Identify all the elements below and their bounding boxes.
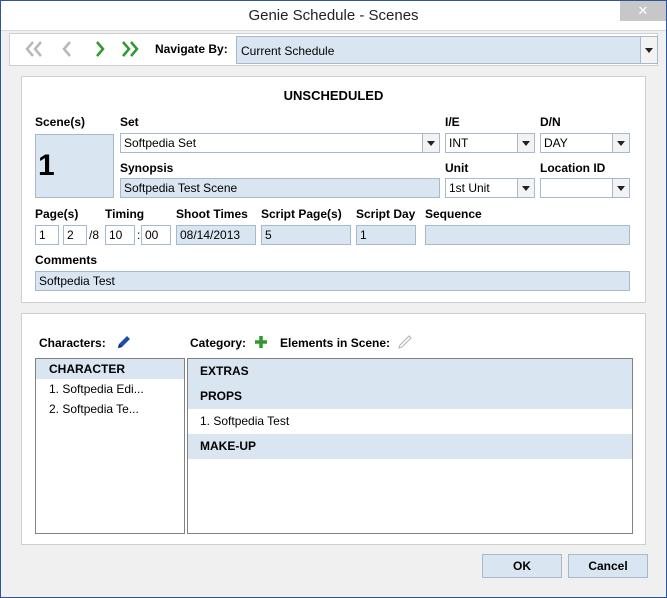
title-bar: Genie Schedule - Scenes ✕ — [1, 1, 666, 31]
script-pages-label: Script Page(s) — [261, 207, 342, 221]
script-day-label: Script Day — [356, 207, 416, 221]
unit-value: 1st Unit — [449, 181, 490, 195]
window-title: Genie Schedule - Scenes — [248, 7, 419, 24]
synopsis-label: Synopsis — [120, 161, 174, 175]
list-item[interactable]: 2. Softpedia Te... — [36, 399, 184, 419]
ie-value: INT — [449, 136, 469, 150]
navigate-by-value: Current Schedule — [241, 44, 335, 58]
scene-number: 1 — [35, 134, 114, 198]
category-label: Category: — [190, 336, 247, 350]
unit-label: Unit — [445, 161, 469, 175]
cancel-button[interactable]: Cancel — [568, 554, 648, 578]
element-group-header: EXTRAS — [188, 359, 632, 384]
comments-label: Comments — [35, 253, 98, 267]
element-group-header: PROPS — [188, 384, 632, 409]
ie-select[interactable]: INT — [445, 133, 535, 153]
shoot-date-field[interactable]: 08/14/2013 — [176, 225, 256, 245]
next-record-icon[interactable] — [90, 40, 110, 58]
location-id-label: Location ID — [540, 161, 606, 175]
script-pages-field[interactable]: 5 — [261, 225, 351, 245]
shoot-times-label: Shoot Times — [176, 207, 248, 221]
list-item[interactable]: 1. Softpedia Edi... — [36, 379, 184, 399]
dn-value: DAY — [544, 136, 568, 150]
ok-button[interactable]: OK — [482, 554, 562, 578]
timing-label: Timing — [105, 207, 145, 221]
ie-label: I/E — [445, 115, 460, 129]
chevron-down-icon[interactable] — [422, 134, 439, 152]
dn-label: D/N — [540, 115, 561, 129]
pencil-icon[interactable] — [397, 334, 413, 350]
dn-select[interactable]: DAY — [540, 133, 630, 153]
characters-label: Characters: — [39, 336, 106, 350]
element-group-header: MAKE-UP — [188, 434, 632, 459]
elements-in-scene-label: Elements in Scene: — [280, 336, 391, 350]
plus-icon[interactable] — [253, 334, 269, 350]
synopsis-field[interactable]: Softpedia Test Scene — [120, 178, 440, 198]
chevron-down-icon[interactable] — [517, 179, 534, 197]
chevron-down-icon[interactable] — [612, 134, 629, 152]
timing-minutes-field[interactable]: 10 — [105, 225, 135, 245]
pencil-icon[interactable] — [116, 334, 132, 350]
navigate-by-select[interactable]: Current Schedule — [236, 36, 658, 64]
character-group-header: CHARACTER — [36, 359, 184, 379]
sequence-field[interactable] — [425, 225, 630, 245]
last-record-icon[interactable] — [120, 40, 140, 58]
pages-label: Page(s) — [35, 207, 79, 221]
scene-details-panel: UNSCHEDULED Scene(s) 1 Set Softpedia Set… — [21, 76, 646, 303]
sequence-label: Sequence — [425, 207, 482, 221]
elements-list[interactable]: EXTRAS PROPS 1. Softpedia Test MAKE-UP — [187, 358, 633, 534]
set-value: Softpedia Set — [124, 136, 197, 150]
schedule-status-heading: UNSCHEDULED — [283, 88, 384, 103]
timing-seconds-field[interactable]: 00 — [141, 225, 171, 245]
characters-list[interactable]: CHARACTER 1. Softpedia Edi... 2. Softped… — [35, 358, 185, 534]
scenes-label: Scene(s) — [35, 115, 86, 129]
set-label: Set — [120, 115, 139, 129]
chevron-down-icon[interactable] — [612, 179, 629, 197]
scenes-dialog: Genie Schedule - Scenes ✕ Navigate By: C… — [0, 0, 667, 598]
pages-whole-field[interactable]: 1 — [35, 225, 59, 245]
script-day-field[interactable]: 1 — [356, 225, 416, 245]
chevron-down-icon[interactable] — [640, 37, 657, 63]
pages-separator: /8 — [89, 228, 100, 242]
chevron-down-icon[interactable] — [517, 134, 534, 152]
navigation-bar: Navigate By: Current Schedule — [9, 33, 658, 66]
list-item[interactable]: 1. Softpedia Test — [188, 409, 632, 434]
first-record-icon[interactable] — [24, 40, 44, 58]
navigate-by-label: Navigate By: — [155, 42, 228, 56]
location-id-select[interactable] — [540, 178, 630, 198]
timing-separator: : — [137, 228, 141, 242]
previous-record-icon[interactable] — [57, 40, 77, 58]
close-button[interactable]: ✕ — [620, 1, 666, 21]
pages-eighths-field[interactable]: 2 — [63, 225, 87, 245]
comments-field[interactable]: Softpedia Test — [35, 271, 630, 291]
set-select[interactable]: Softpedia Set — [120, 133, 440, 153]
scene-elements-panel: Characters: Category: Elements in Scene:… — [21, 313, 646, 545]
unit-select[interactable]: 1st Unit — [445, 178, 535, 198]
